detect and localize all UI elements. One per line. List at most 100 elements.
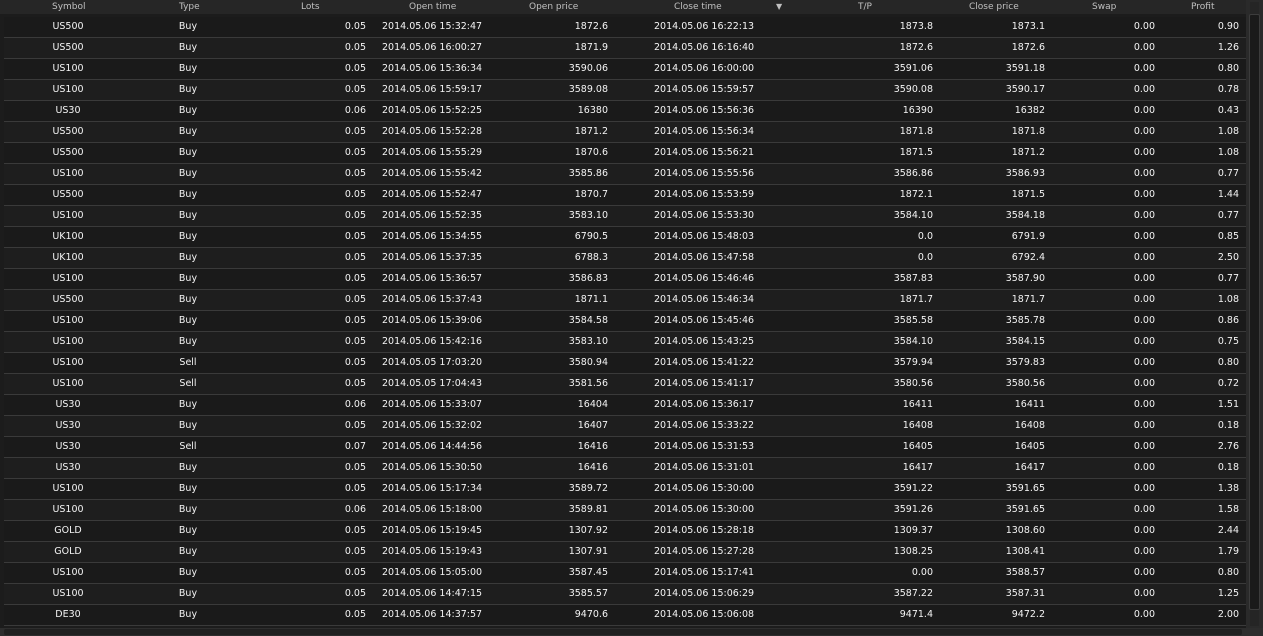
cell-tp: 16417 <box>902 462 933 473</box>
sort-descending-icon[interactable]: ▼ <box>776 0 782 14</box>
cell-lots: 0.05 <box>344 336 366 347</box>
cell-lots: 0.05 <box>344 84 366 95</box>
table-row[interactable]: US100 Buy 0.05 2014.05.06 15:52:35 3583.10 20… <box>4 206 1246 227</box>
table-row[interactable]: UK100 Buy 0.05 2014.05.06 15:34:55 6790.5 201… <box>4 227 1246 248</box>
column-header-type[interactable]: Type <box>179 0 200 14</box>
column-header-swap[interactable]: Swap <box>1092 0 1116 14</box>
table-row[interactable]: US100 Sell 0.05 2014.05.05 17:03:20 3580.94 2… <box>4 353 1246 374</box>
cell-close-price: 3586.93 <box>1005 168 1045 179</box>
table-row[interactable]: US100 Buy 0.06 2014.05.06 15:18:00 3589.81 20… <box>4 500 1246 521</box>
cell-symbol: UK100 <box>52 252 84 263</box>
cell-close-time: 2014.05.06 15:53:59 <box>654 189 755 200</box>
cell-profit: 0.90 <box>1217 21 1239 32</box>
cell-swap: 0.00 <box>1133 588 1155 599</box>
cell-swap: 0.00 <box>1133 63 1155 74</box>
table-header: Symbol Type Lots Open time Open price Cl… <box>0 0 1246 14</box>
cell-profit: 0.72 <box>1217 378 1239 389</box>
cell-open-time: 2014.05.06 15:39:06 <box>382 315 483 326</box>
cell-lots: 0.05 <box>344 315 366 326</box>
table-row[interactable]: DE30 Buy 0.05 2014.05.06 14:37:57 9470.6 2014… <box>4 605 1246 626</box>
cell-close-time: 2014.05.06 15:46:46 <box>654 273 755 284</box>
table-row[interactable]: US100 Buy 0.05 2014.05.06 15:42:16 3583.10 20… <box>4 332 1246 353</box>
column-header-open-price[interactable]: Open price <box>529 0 578 14</box>
column-header-lots[interactable]: Lots <box>301 0 320 14</box>
cell-open-price: 3589.08 <box>568 84 608 95</box>
cell-tp: 0.0 <box>917 231 933 242</box>
scrollbar-thumb[interactable] <box>1249 14 1260 610</box>
trade-history-window: Symbol Type Lots Open time Open price Cl… <box>0 0 1263 636</box>
column-header-symbol[interactable]: Symbol <box>52 0 86 14</box>
cell-tp: 0.0 <box>917 252 933 263</box>
table-row[interactable]: US100 Buy 0.05 2014.05.06 14:47:15 3585.57 20… <box>4 584 1246 605</box>
cell-open-price: 1871.2 <box>574 126 608 137</box>
cell-profit: 0.75 <box>1217 336 1239 347</box>
table-row[interactable]: GOLD Buy 0.05 2014.05.06 15:19:43 1307.91 201… <box>4 542 1246 563</box>
cell-open-price: 16404 <box>577 399 608 410</box>
cell-close-price: 1871.7 <box>1011 294 1045 305</box>
cell-type: Buy <box>178 168 198 179</box>
table-row[interactable]: US30 Buy 0.05 2014.05.06 15:32:02 16407 2014.… <box>4 416 1246 437</box>
cell-symbol: US30 <box>55 441 81 452</box>
cell-type: Buy <box>178 315 198 326</box>
cell-close-price: 16408 <box>1014 420 1045 431</box>
vertical-scrollbar[interactable] <box>1246 0 1263 628</box>
cell-symbol: US100 <box>52 84 84 95</box>
cell-profit: 0.43 <box>1217 105 1239 116</box>
cell-close-time: 2014.05.06 15:55:56 <box>654 168 755 179</box>
cell-swap: 0.00 <box>1133 315 1155 326</box>
table-row[interactable]: US100 Buy 0.05 2014.05.06 15:59:17 3589.08 20… <box>4 80 1246 101</box>
cell-open-time: 2014.05.06 15:55:42 <box>382 168 483 179</box>
table-row[interactable]: US30 Buy 0.06 2014.05.06 15:52:25 16380 2014.… <box>4 101 1246 122</box>
table-row[interactable]: US500 Buy 0.05 2014.05.06 16:00:27 1871.9 201… <box>4 38 1246 59</box>
cell-type: Buy <box>178 294 198 305</box>
cell-open-time: 2014.05.06 15:37:43 <box>382 294 483 305</box>
table-row[interactable]: US100 Buy 0.05 2014.05.06 15:36:57 3586.83 20… <box>4 269 1246 290</box>
cell-open-time: 2014.05.06 15:30:50 <box>382 462 483 473</box>
table-row[interactable]: US100 Buy 0.05 2014.05.06 15:55:42 3585.86 20… <box>4 164 1246 185</box>
cell-type: Buy <box>178 273 198 284</box>
cell-profit: 0.77 <box>1217 273 1239 284</box>
table-row[interactable]: US100 Buy 0.05 2014.05.06 15:39:06 3584.58 20… <box>4 311 1246 332</box>
cell-open-price: 1872.6 <box>574 21 608 32</box>
table-row[interactable]: US30 Buy 0.05 2014.05.06 15:30:50 16416 2014.… <box>4 458 1246 479</box>
column-header-close-time[interactable]: Close time <box>674 0 722 14</box>
scrollbar-thumb[interactable] <box>4 629 1242 635</box>
horizontal-scrollbar[interactable] <box>0 628 1263 636</box>
cell-open-time: 2014.05.06 15:52:25 <box>382 105 483 116</box>
cell-lots: 0.05 <box>344 21 366 32</box>
cell-lots: 0.05 <box>344 357 366 368</box>
cell-tp: 3591.26 <box>893 504 933 515</box>
cell-swap: 0.00 <box>1133 441 1155 452</box>
cell-open-price: 3587.45 <box>568 567 608 578</box>
table-row[interactable]: US30 Buy 0.06 2014.05.06 15:33:07 16404 2014.… <box>4 395 1246 416</box>
cell-tp: 1308.25 <box>893 546 933 557</box>
table-row[interactable]: GOLD Buy 0.05 2014.05.06 15:19:45 1307.92 201… <box>4 521 1246 542</box>
table-row[interactable]: US100 Buy 0.05 2014.05.06 15:05:00 3587.45 20… <box>4 563 1246 584</box>
cell-open-time: 2014.05.06 15:05:00 <box>382 567 483 578</box>
table-row[interactable]: US100 Sell 0.05 2014.05.05 17:04:43 3581.56 2… <box>4 374 1246 395</box>
cell-type: Buy <box>178 525 198 536</box>
cell-tp: 3586.86 <box>893 168 933 179</box>
cell-swap: 0.00 <box>1133 21 1155 32</box>
cell-profit: 1.08 <box>1217 126 1239 137</box>
cell-swap: 0.00 <box>1133 231 1155 242</box>
cell-profit: 2.50 <box>1217 252 1239 263</box>
cell-lots: 0.05 <box>344 462 366 473</box>
cell-close-price: 3588.57 <box>1005 567 1045 578</box>
table-row[interactable]: US500 Buy 0.05 2014.05.06 15:37:43 1871.1 201… <box>4 290 1246 311</box>
table-row[interactable]: US30 Sell 0.07 2014.05.06 14:44:56 16416 2014… <box>4 437 1246 458</box>
cell-profit: 1.25 <box>1217 588 1239 599</box>
cell-close-time: 2014.05.06 16:22:13 <box>654 21 755 32</box>
table-row[interactable]: US500 Buy 0.05 2014.05.06 15:55:29 1870.6 201… <box>4 143 1246 164</box>
table-row[interactable]: US100 Buy 0.05 2014.05.06 15:17:34 3589.72 20… <box>4 479 1246 500</box>
column-header-tp[interactable]: T/P <box>858 0 872 14</box>
column-header-profit[interactable]: Profit <box>1191 0 1214 14</box>
column-header-close-price[interactable]: Close price <box>969 0 1019 14</box>
table-row[interactable]: US500 Buy 0.05 2014.05.06 15:32:47 1872.6 201… <box>4 17 1246 38</box>
table-row[interactable]: US100 Buy 0.05 2014.05.06 15:36:34 3590.06 20… <box>4 59 1246 80</box>
table-row[interactable]: US500 Buy 0.05 2014.05.06 15:52:28 1871.2 201… <box>4 122 1246 143</box>
table-row[interactable]: UK100 Buy 0.05 2014.05.06 15:37:35 6788.3 201… <box>4 248 1246 269</box>
table-row[interactable]: US500 Buy 0.05 2014.05.06 15:52:47 1870.7 201… <box>4 185 1246 206</box>
column-header-open-time[interactable]: Open time <box>409 0 456 14</box>
cell-close-price: 3587.31 <box>1005 588 1045 599</box>
